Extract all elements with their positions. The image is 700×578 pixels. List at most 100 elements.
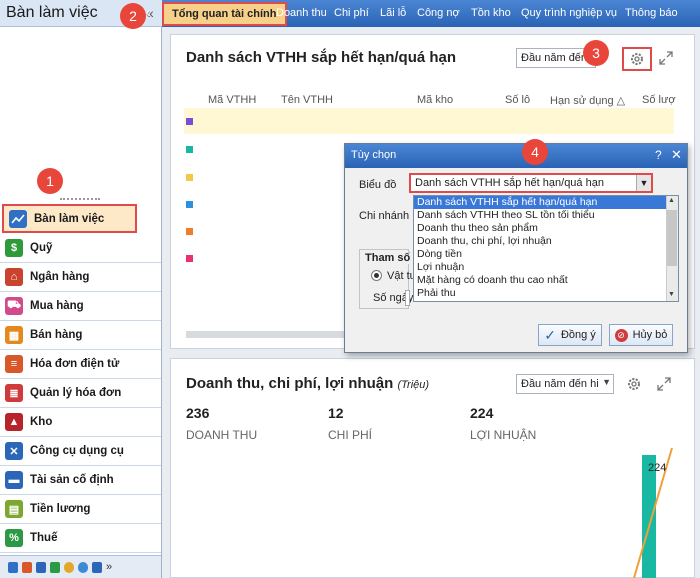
radio-selected-dot [374,273,379,278]
legend-swatch [186,146,193,153]
legend-swatch [186,201,193,208]
expand-icon[interactable] [652,373,676,395]
scroll-up-icon[interactable]: ▲ [668,197,675,204]
sidebar-item-label: Tài sản cố định [30,474,114,486]
chart-option[interactable]: Doanh thu theo sản phẩm [414,222,666,235]
tax-mini-icon[interactable] [50,561,60,573]
legend-swatch [186,174,193,181]
sidebar-item-label: Hóa đơn điện tử [30,358,120,370]
sidebar-item-label: Tiền lương [30,503,91,515]
scroll-down-icon[interactable]: ▼ [668,291,675,298]
step-badge: 4 [522,139,548,165]
chart-option[interactable]: Dòng tiền [414,248,666,261]
dialog-title: Tùy chọn [345,144,687,168]
salary-icon: ▤ [5,500,23,518]
tab-revenue[interactable]: Doanh thu [276,7,327,19]
legend-swatch [186,228,193,235]
kpi-profit-label: LỢI NHUẬN [470,428,537,442]
e-invoice-icon: ≡ [5,355,23,373]
checkmark-icon: ✓ [544,326,556,343]
warehouse-icon: ▲ [5,413,23,431]
horizontal-scrollbar[interactable] [186,331,356,338]
chevron-down-icon: ▼ [602,377,611,387]
cancel-button[interactable]: ⊘ Hủy bỏ [609,324,673,346]
asset-icon: ▬ [5,471,23,489]
sidebar-item-cash[interactable]: $ Quỹ [0,234,161,263]
chart-option[interactable]: Danh sách VTHH theo SL tồn tối thiểu [414,209,666,222]
kpi-profit-value: 224 [470,405,494,421]
settings-gear-icon[interactable] [622,47,652,71]
legend-swatch [186,255,193,262]
tab-scroll-left-icon[interactable]: ‹ [146,5,150,20]
chevron-down-icon[interactable]: ▼ [636,175,651,191]
chart-option[interactable]: Danh sách VTHH sắp hết hạn/quá hạn [414,196,666,209]
chart-option[interactable]: Mặt hàng có doanh thu cao nhất [414,274,666,287]
calendar-mini-icon[interactable] [36,561,46,573]
tab-profit-loss[interactable]: Lãi lỗ [380,7,406,19]
sidebar-item-label: Thuế [30,532,58,544]
cancel-icon: ⊘ [614,328,628,342]
expand-icon[interactable] [654,47,678,69]
column-header[interactable]: Mã VTHH [208,94,256,106]
group-mini-icon[interactable] [78,561,88,573]
store-icon: ▦ [5,326,23,344]
trend-line [633,447,673,578]
chart-option[interactable]: Phải thu [414,287,666,300]
period-select[interactable]: Đầu năm đến hi ▼ [516,374,614,394]
tab-financial-overview[interactable]: Tổng quan tài chính [162,2,287,26]
card-title-text: Doanh thu, chi phí, lợi nhuận [186,375,394,392]
doc-mini-icon[interactable] [22,561,32,573]
chart-option[interactable]: Doanh thu, chi phí, lợi nhuận [414,235,666,248]
column-header[interactable]: Số lô [505,94,530,106]
table-row-selected[interactable] [184,108,674,134]
user-mini-icon[interactable] [64,561,74,573]
sidebar-item-label: Quỹ [30,242,53,254]
sidebar-item-bank[interactable]: ⌂ Ngân hàng [0,263,161,292]
chart-mini-icon[interactable] [8,561,18,573]
column-header[interactable]: Mã kho [417,94,453,106]
sidebar-item-fixed-assets[interactable]: ▬ Tài sản cố định [0,466,161,495]
sidebar-item-sales[interactable]: ▦ Bán hàng [0,321,161,350]
tab-notifications[interactable]: Thông báo [625,7,678,19]
sidebar-item-invoice-management[interactable]: ≣ Quản lý hóa đơn [0,379,161,408]
sidebar-item-e-invoice[interactable]: ≡ Hóa đơn điện tử [0,350,161,379]
tab-inventory[interactable]: Tồn kho [471,7,511,19]
tab-business-process[interactable]: Quy trình nghiệp vụ [521,7,617,19]
dashboard-icon [9,209,27,228]
close-icon[interactable]: ✕ [671,147,682,163]
settings-gear-icon[interactable] [622,373,646,395]
card-title: Danh sách VTHH sắp hết hạn/quá hạn [186,49,457,66]
days-input[interactable] [405,290,410,306]
truck-mini-icon[interactable] [92,561,102,573]
sidebar-item-tools[interactable]: ✕ Công cụ dụng cụ [0,437,161,466]
sidebar-item-purchase[interactable]: ⛟ Mua hàng [0,292,161,321]
tab-expenses[interactable]: Chi phí [334,7,369,19]
chart-label: Biểu đồ [359,179,397,191]
chart-option[interactable]: Lợi nhuận [414,261,666,274]
cart-icon: ⛟ [5,297,23,315]
sidebar-item-salary[interactable]: ▤ Tiền lương [0,495,161,524]
list-scrollbar-thumb[interactable] [667,210,677,266]
tab-receivables[interactable]: Công nợ [417,7,460,19]
branch-label: Chi nhánh [359,210,410,222]
legend-swatch [186,118,193,125]
sidebar-item-label: Quản lý hóa đơn [30,387,122,399]
ok-button[interactable]: ✓ Đồng ý [538,324,602,346]
kpi-revenue-value: 236 [186,405,210,421]
column-header[interactable]: Tên VTHH [281,94,333,106]
sidebar-item-dashboard[interactable]: Bàn làm việc [2,204,137,233]
chart-select-value: Danh sách VTHH sắp hết hạn/quá hạn [415,177,604,189]
sidebar-item-label: Mua hàng [30,300,84,312]
parameter-group-label: Tham số [363,252,413,264]
sidebar-item-warehouse[interactable]: ▲ Kho [0,408,161,437]
help-icon[interactable]: ? [655,148,662,162]
column-header[interactable]: Hạn sử dụng △ [550,94,625,107]
chart-select[interactable]: Danh sách VTHH sắp hết hạn/quá hạn ▼ [409,173,653,193]
splitter-handle[interactable] [60,198,100,202]
step-badge: 3 [583,40,609,66]
sidebar-item-tax[interactable]: % Thuế [0,524,161,553]
kpi-expense-label: CHI PHÍ [328,428,373,442]
more-shortcuts-icon[interactable]: » [106,561,112,573]
column-header[interactable]: Số lượ [642,94,676,106]
sidebar-item-label: Bàn làm việc [34,212,105,225]
